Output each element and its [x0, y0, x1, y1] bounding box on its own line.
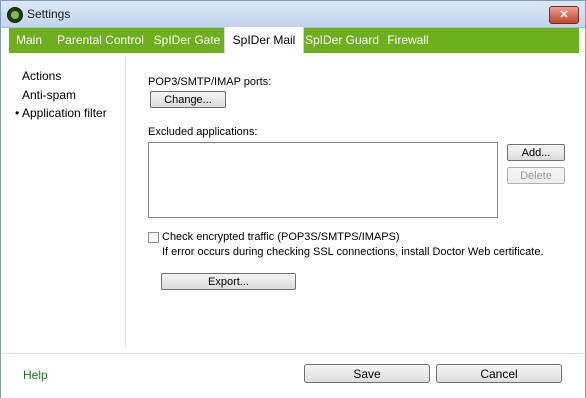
save-button[interactable]: Save: [304, 364, 430, 383]
settings-window: Settings ✕ Main Parental Control SpIDer …: [0, 0, 586, 398]
selected-bullet: •: [15, 106, 20, 120]
app-logo-icon: [7, 7, 23, 23]
help-link[interactable]: Help: [23, 368, 48, 382]
ssl-note: If error occurs during checking SSL conn…: [162, 246, 544, 258]
tab-firewall[interactable]: Firewall: [381, 28, 435, 53]
change-button[interactable]: Change...: [150, 91, 226, 108]
excluded-applications-label: Excluded applications:: [148, 126, 258, 138]
sidebar: Actions Anti-spam • Application filter: [9, 56, 126, 348]
delete-button[interactable]: Delete: [507, 167, 565, 184]
close-button[interactable]: ✕: [549, 6, 579, 24]
sidebar-item-application-filter[interactable]: Application filter: [22, 106, 107, 120]
export-button[interactable]: Export...: [161, 273, 296, 290]
excluded-applications-list[interactable]: [148, 142, 498, 218]
cancel-button[interactable]: Cancel: [436, 364, 562, 383]
tab-parental-control[interactable]: Parental Control: [53, 28, 148, 53]
ports-label: POP3/SMTP/IMAP ports:: [148, 76, 272, 88]
sidebar-item-actions[interactable]: Actions: [22, 69, 61, 83]
window-title: Settings: [27, 7, 71, 21]
tab-spider-mail[interactable]: SpIDer Mail: [224, 27, 304, 54]
check-encrypted-label[interactable]: Check encrypted traffic (POP3S/SMTPS/IMA…: [162, 231, 400, 243]
tab-spider-guard[interactable]: SpIDer Guard: [303, 28, 381, 53]
tab-bar: Main Parental Control SpIDer Gate SpIDer…: [9, 27, 579, 54]
tab-spider-gate[interactable]: SpIDer Gate: [151, 28, 223, 53]
add-button[interactable]: Add...: [507, 144, 565, 161]
title-bar: Settings ✕: [1, 1, 585, 28]
check-encrypted-checkbox[interactable]: [148, 232, 159, 243]
sidebar-item-anti-spam[interactable]: Anti-spam: [22, 88, 76, 102]
tab-main[interactable]: Main: [9, 28, 49, 53]
